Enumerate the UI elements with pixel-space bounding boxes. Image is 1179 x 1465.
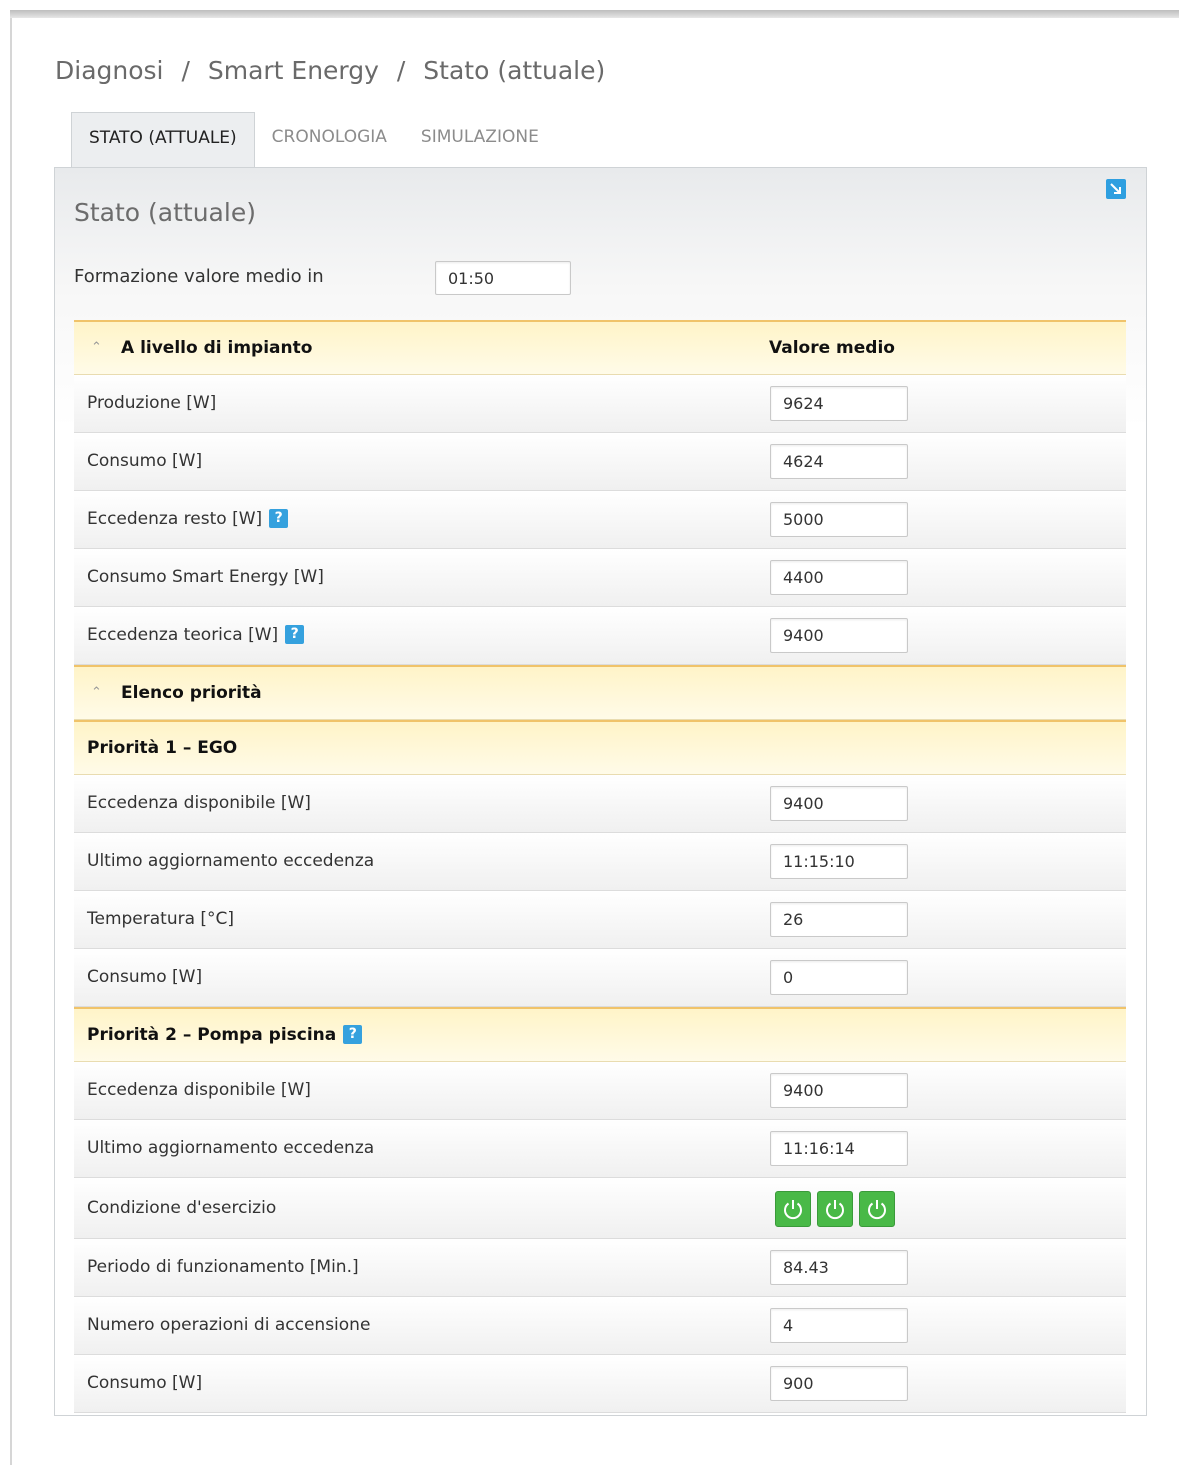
row-label: Consumo [W]	[87, 967, 203, 987]
row-label: Periodo di funzionamento [Min.]	[87, 1257, 359, 1277]
breadcrumb: Diagnosi / Smart Energy / Stato (attuale…	[55, 56, 605, 85]
table-row: Temperatura [°C]	[74, 891, 1126, 949]
table-row: Consumo [W]	[74, 433, 1126, 491]
table-row: Periodo di funzionamento [Min.]	[74, 1239, 1126, 1297]
section-title: Elenco priorità	[121, 683, 262, 703]
power-icon[interactable]	[775, 1191, 811, 1227]
value-field[interactable]	[770, 618, 908, 653]
average-interval-input[interactable]	[435, 261, 571, 295]
table-row: Eccedenza resto [W]?	[74, 491, 1126, 549]
status-grid: ⌃ A livello di impianto Valore medio Pro…	[74, 320, 1126, 1413]
tab-simulazione[interactable]: SIMULAZIONE	[404, 112, 556, 168]
table-row: Condizione d'esercizio	[74, 1178, 1126, 1239]
section-title: A livello di impianto	[121, 338, 313, 358]
help-icon[interactable]: ?	[285, 624, 305, 644]
row-label: Ultimo aggiornamento eccedenza	[87, 1138, 375, 1158]
value-field[interactable]	[770, 1073, 908, 1108]
row-label: Eccedenza resto [W]?	[87, 491, 289, 548]
priority-title-text: Priorità 2 – Pompa piscina	[87, 1025, 337, 1045]
row-label: Eccedenza disponibile [W]	[87, 1080, 311, 1100]
tab-stato-attuale[interactable]: STATO (ATTUALE)	[71, 112, 255, 169]
table-row: Eccedenza disponibile [W]	[74, 1062, 1126, 1120]
value-field[interactable]	[770, 386, 908, 421]
panel-title: Stato (attuale)	[74, 198, 256, 227]
collapse-icon[interactable]: ⌃	[91, 322, 102, 374]
power-icon[interactable]	[859, 1191, 895, 1227]
table-row: Consumo [W]	[74, 1355, 1126, 1413]
row-label: Produzione [W]	[87, 393, 217, 413]
value-field[interactable]	[770, 960, 908, 995]
row-label: Eccedenza disponibile [W]	[87, 793, 311, 813]
breadcrumb-separator: /	[181, 56, 190, 85]
tab-cronologia[interactable]: CRONOLOGIA	[255, 112, 404, 168]
breadcrumb-current: Stato (attuale)	[423, 56, 606, 85]
value-field[interactable]	[770, 1366, 908, 1401]
priority-title: Priorità 2 – Pompa piscina?	[87, 1009, 363, 1061]
table-row: Numero operazioni di accensione	[74, 1297, 1126, 1355]
value-field[interactable]	[770, 786, 908, 821]
value-field[interactable]	[770, 444, 908, 479]
left-rule	[10, 18, 12, 1465]
value-field[interactable]	[770, 1131, 908, 1166]
row-label-text: Eccedenza teorica [W]	[87, 625, 279, 645]
help-icon[interactable]: ?	[343, 1024, 363, 1044]
row-label: Consumo [W]	[87, 1373, 203, 1393]
row-label: Consumo Smart Energy [W]	[87, 567, 324, 587]
table-row: Produzione [W]	[74, 375, 1126, 433]
breadcrumb-item[interactable]: Smart Energy	[208, 56, 379, 85]
operating-status	[775, 1191, 895, 1227]
value-field[interactable]	[770, 902, 908, 937]
value-field[interactable]	[770, 502, 908, 537]
breadcrumb-separator: /	[396, 56, 406, 85]
collapse-icon[interactable]: ⌃	[91, 667, 102, 719]
status-panel: Stato (attuale) Formazione valore medio …	[54, 167, 1147, 1416]
priority-2-header: Priorità 2 – Pompa piscina?	[74, 1007, 1126, 1062]
table-row: Ultimo aggiornamento eccedenza	[74, 833, 1126, 891]
column-header-average: Valore medio	[769, 338, 895, 358]
row-label: Ultimo aggiornamento eccedenza	[87, 851, 375, 871]
row-label: Consumo [W]	[87, 451, 203, 471]
table-row: Eccedenza disponibile [W]	[74, 775, 1126, 833]
row-label: Temperatura [°C]	[87, 909, 235, 929]
value-field[interactable]	[770, 1308, 908, 1343]
section-header-priorities[interactable]: ⌃ Elenco priorità	[74, 665, 1126, 720]
expand-icon[interactable]	[1106, 179, 1126, 199]
row-label: Eccedenza teorica [W]?	[87, 607, 305, 664]
priority-1-header: Priorità 1 – EGO	[74, 720, 1126, 775]
value-field[interactable]	[770, 844, 908, 879]
section-header-plant[interactable]: ⌃ A livello di impianto Valore medio	[74, 320, 1126, 375]
help-icon[interactable]: ?	[269, 508, 289, 528]
breadcrumb-item[interactable]: Diagnosi	[55, 56, 164, 85]
row-label: Numero operazioni di accensione	[87, 1315, 371, 1335]
table-row: Ultimo aggiornamento eccedenza	[74, 1120, 1126, 1178]
table-row: Consumo [W]	[74, 949, 1126, 1007]
row-label: Condizione d'esercizio	[87, 1198, 277, 1218]
priority-title: Priorità 1 – EGO	[87, 738, 238, 758]
average-interval-label: Formazione valore medio in	[74, 266, 324, 287]
row-label-text: Eccedenza resto [W]	[87, 509, 263, 529]
table-row: Consumo Smart Energy [W]	[74, 549, 1126, 607]
value-field[interactable]	[770, 1250, 908, 1285]
tab-bar: STATO (ATTUALE) CRONOLOGIA SIMULAZIONE	[71, 112, 556, 169]
value-field[interactable]	[770, 560, 908, 595]
table-row: Eccedenza teorica [W]?	[74, 607, 1126, 665]
power-icon[interactable]	[817, 1191, 853, 1227]
top-rule	[10, 10, 1179, 18]
